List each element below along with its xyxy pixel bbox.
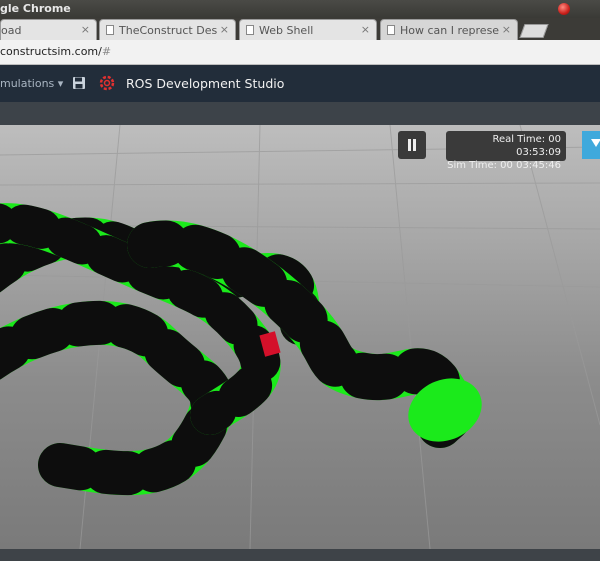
sim-time: Sim Time: 00 03:45:46 (447, 160, 561, 171)
tab-close-icon[interactable]: × (361, 23, 370, 36)
window-close-button[interactable] (558, 3, 570, 15)
page-icon (106, 25, 114, 35)
real-time: Real Time: 00 03:53:09 (492, 134, 561, 158)
tab-theconstruct[interactable]: TheConstruct Des × (99, 19, 236, 40)
page-icon (387, 25, 395, 35)
tab-label: oad (1, 24, 22, 37)
pause-button[interactable] (398, 131, 426, 159)
gear-icon[interactable] (98, 74, 116, 96)
dropdown-button[interactable] (582, 131, 600, 159)
time-display: Real Time: 00 03:53:09 Sim Time: 00 03:4… (446, 131, 566, 171)
tab-close-icon[interactable]: × (220, 23, 229, 36)
tab-label: How can I represe (400, 24, 500, 37)
tab-strip: oad × TheConstruct Des × Web Shell × How… (0, 18, 600, 40)
tab-close-icon[interactable]: × (502, 23, 511, 36)
simulations-menu[interactable]: mulations ▾ (0, 77, 63, 90)
tab-label: TheConstruct Des (119, 24, 218, 37)
window-title: gle Chrome (0, 2, 71, 15)
snake-robot-scene (0, 125, 600, 549)
address-bar[interactable]: constructsim.com/# (0, 40, 600, 65)
app-navbar: mulations ▾ ROS Development Studio (0, 65, 600, 102)
new-tab-button[interactable] (519, 24, 549, 38)
chevron-down-icon (591, 139, 600, 147)
tab-how-can-i[interactable]: How can I represe × (380, 19, 518, 40)
app-title: ROS Development Studio (126, 76, 285, 91)
url-text[interactable]: constructsim.com/# (0, 45, 111, 58)
tab-download[interactable]: oad × (0, 19, 97, 40)
window-titlebar: gle Chrome (0, 0, 600, 18)
toolbar-strip (0, 102, 600, 125)
bottom-bar (0, 549, 600, 561)
tab-close-icon[interactable]: × (81, 23, 90, 36)
simulation-viewport[interactable] (0, 125, 600, 549)
page-icon (246, 25, 254, 35)
tab-web-shell[interactable]: Web Shell × (239, 19, 377, 40)
tab-label: Web Shell (259, 24, 314, 37)
floppy-disk-icon[interactable] (72, 75, 86, 94)
